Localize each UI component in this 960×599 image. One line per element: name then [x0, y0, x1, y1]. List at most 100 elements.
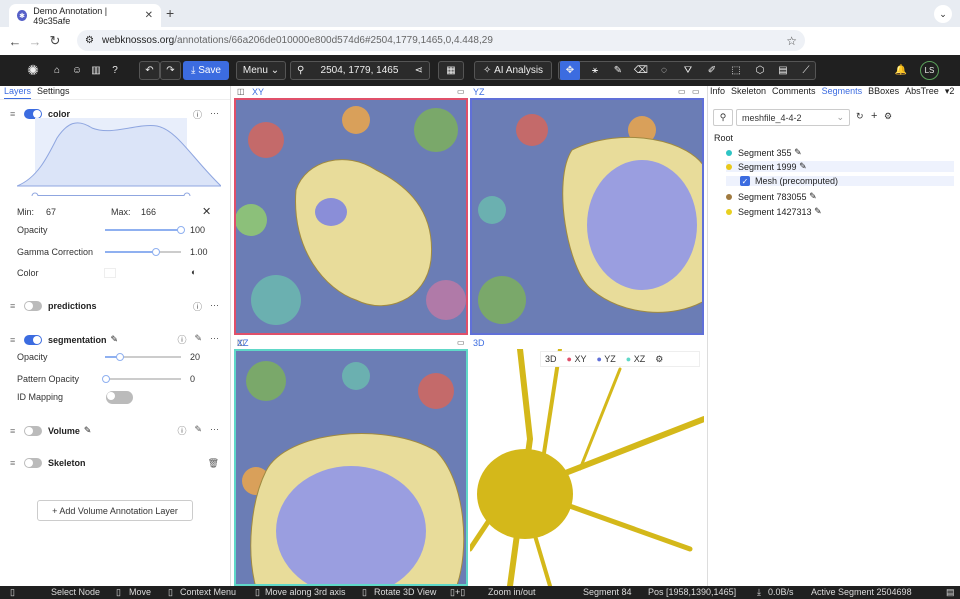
maximize-icon[interactable]: ▭ — [457, 87, 465, 96]
help-icon[interactable]: ? — [108, 61, 122, 80]
seg-opacity-slider[interactable] — [105, 353, 181, 361]
trash-icon[interactable]: 🗑 — [208, 458, 219, 469]
bbox-tool-icon[interactable]: ⬚ — [726, 61, 746, 80]
brush-icon[interactable]: ✎ — [194, 333, 202, 346]
tab-info[interactable]: Info — [710, 86, 725, 100]
info-icon[interactable]: ⓘ — [177, 333, 186, 346]
edit-icon[interactable]: ✎ — [84, 425, 92, 436]
meshfile-select[interactable]: meshfile_4-4-2 ⌄ — [736, 109, 850, 126]
viewport-settings-icon[interactable]: ◫ — [237, 87, 245, 96]
maximize-icon[interactable]: ▭ — [678, 87, 686, 96]
redo-button[interactable]: ↷ — [160, 61, 181, 80]
min-handle[interactable] — [31, 192, 39, 196]
more-icon[interactable]: ⋯ — [210, 300, 219, 313]
clip-close-icon[interactable]: ✕ — [202, 205, 211, 218]
xz-plane-button[interactable]: ● XZ — [626, 354, 645, 364]
add-volume-layer-button[interactable]: + Add Volume Annotation Layer — [37, 500, 193, 521]
pattern-opacity-slider[interactable] — [102, 375, 181, 383]
edit-icon[interactable]: ✎ — [814, 206, 822, 217]
drag-handle-icon[interactable]: ≡ — [10, 110, 20, 119]
site-info-icon[interactable]: ⚙ — [85, 35, 94, 46]
maximize-icon[interactable]: ▭ — [457, 338, 465, 347]
back-icon[interactable]: ← — [5, 34, 25, 49]
refresh-icon[interactable]: ↻ — [856, 111, 864, 122]
new-tab-icon[interactable]: + — [166, 5, 174, 21]
tab-settings[interactable]: Settings — [37, 86, 70, 99]
tab-abstree[interactable]: AbsTree — [905, 86, 939, 100]
edit-icon[interactable]: ✎ — [799, 161, 807, 172]
tab-layers[interactable]: Layers — [4, 86, 32, 99]
segment-item[interactable]: Segment 783055 ✎ — [726, 191, 817, 202]
forward-icon[interactable]: → — [25, 34, 45, 49]
segment-item[interactable]: Segment 355 ✎ — [726, 147, 802, 158]
ai-analysis-button[interactable]: ✧ AI Analysis — [474, 61, 552, 80]
home-icon[interactable]: ⌂ — [50, 61, 64, 80]
clipboard-tool-icon[interactable]: ▤ — [773, 61, 793, 80]
drag-handle-icon[interactable]: ≡ — [10, 459, 20, 468]
more-icon[interactable]: ⋯ — [210, 333, 219, 346]
max-value[interactable]: 166 — [141, 207, 156, 217]
proofreading-tool-icon[interactable]: ⬡ — [750, 61, 770, 80]
webknossos-logo-icon[interactable]: ✺ — [24, 61, 42, 80]
viewport-xz[interactable] — [234, 349, 468, 586]
id-mapping-toggle[interactable] — [106, 391, 133, 404]
undo-button[interactable]: ↶ — [139, 61, 160, 80]
xy-plane-button[interactable]: ● XY — [567, 354, 587, 364]
viewport-xy[interactable] — [234, 98, 468, 335]
tab-skeleton[interactable]: Skeleton — [731, 86, 766, 100]
skeleton-tool-icon[interactable]: ⚹ — [585, 61, 605, 80]
info-icon[interactable]: ⓘ — [193, 300, 202, 313]
3d-settings-icon[interactable]: ⚙ — [655, 354, 663, 365]
eraser-tool-icon[interactable]: ⌫ — [631, 61, 651, 80]
invert-color-icon[interactable]: ◐ — [191, 267, 196, 277]
drag-handle-icon[interactable]: ≡ — [10, 426, 20, 435]
browser-tab[interactable]: ✱ Demo Annotation | 49c35afe ✕ — [9, 4, 161, 27]
max-handle[interactable] — [183, 192, 191, 196]
min-value[interactable]: 67 — [46, 207, 56, 217]
user-avatar[interactable]: LS — [920, 61, 939, 80]
volume-layer-toggle[interactable] — [24, 425, 42, 436]
drag-handle-icon[interactable]: ≡ — [10, 302, 20, 311]
share-icon[interactable]: ⋖ — [415, 65, 423, 76]
brush-tool-icon[interactable]: ✎ — [608, 61, 628, 80]
reload-icon[interactable]: ↻ — [45, 33, 65, 49]
segment-item[interactable]: Segment 1999 ✎ — [726, 161, 954, 172]
picker-tool-icon[interactable]: ✐ — [702, 61, 722, 80]
color-swatch[interactable] — [104, 268, 116, 278]
tab-bboxes[interactable]: BBoxes — [868, 86, 899, 100]
save-button[interactable]: ⤓ Save — [183, 61, 229, 80]
layout-grid-button[interactable]: ▦ — [438, 61, 464, 80]
info-icon[interactable]: ⓘ — [177, 424, 186, 437]
opacity-slider[interactable] — [105, 226, 185, 234]
gamma-slider[interactable] — [105, 248, 181, 256]
3d-view-button[interactable]: 3D — [545, 354, 557, 364]
viewport-3d[interactable]: 3D ● XY ● YZ ● XZ ⚙ — [470, 349, 704, 586]
segmentation-layer-toggle[interactable] — [24, 334, 42, 345]
yz-plane-button[interactable]: ● YZ — [596, 354, 615, 364]
lasso-tool-icon[interactable]: ◌ — [654, 61, 674, 80]
drag-handle-icon[interactable]: ≡ — [10, 335, 20, 344]
mesh-checkbox[interactable]: ✓ — [740, 176, 750, 186]
more-tabs-button[interactable]: ▾2 — [945, 86, 955, 100]
brush-icon[interactable]: ✎ — [194, 424, 202, 437]
measure-tool-icon[interactable]: ⟋ — [796, 61, 816, 80]
url-field[interactable]: ⚙ webknossos.org/annotations/66a206de010… — [77, 30, 805, 51]
maximize-icon[interactable]: ▭ — [692, 87, 700, 96]
close-tab-icon[interactable]: ✕ — [145, 10, 153, 21]
more-icon[interactable]: ⋯ — [210, 424, 219, 437]
position-input[interactable]: ⚲ 2504, 1779, 1465 ⋖ — [290, 61, 430, 80]
menu-button[interactable]: Menu ⌄ — [236, 61, 286, 80]
tab-search-icon[interactable]: ⌄ — [934, 5, 952, 23]
edit-icon[interactable]: ✎ — [809, 191, 817, 202]
predictions-layer-toggle[interactable] — [24, 301, 42, 311]
notifications-bell-icon[interactable]: 🔔 — [893, 61, 909, 80]
settings-gear-icon[interactable]: ⚙ — [884, 111, 892, 122]
fill-tool-icon[interactable]: ⛛ — [678, 61, 698, 80]
edit-icon[interactable]: ✎ — [111, 334, 119, 345]
add-icon[interactable]: + — [871, 110, 877, 122]
viewport-yz[interactable] — [470, 98, 704, 335]
people-icon[interactable]: ☺ — [70, 61, 84, 80]
search-segments-button[interactable]: ⚲ — [713, 109, 733, 126]
tab-comments[interactable]: Comments — [772, 86, 816, 100]
tab-segments[interactable]: Segments — [822, 86, 863, 100]
